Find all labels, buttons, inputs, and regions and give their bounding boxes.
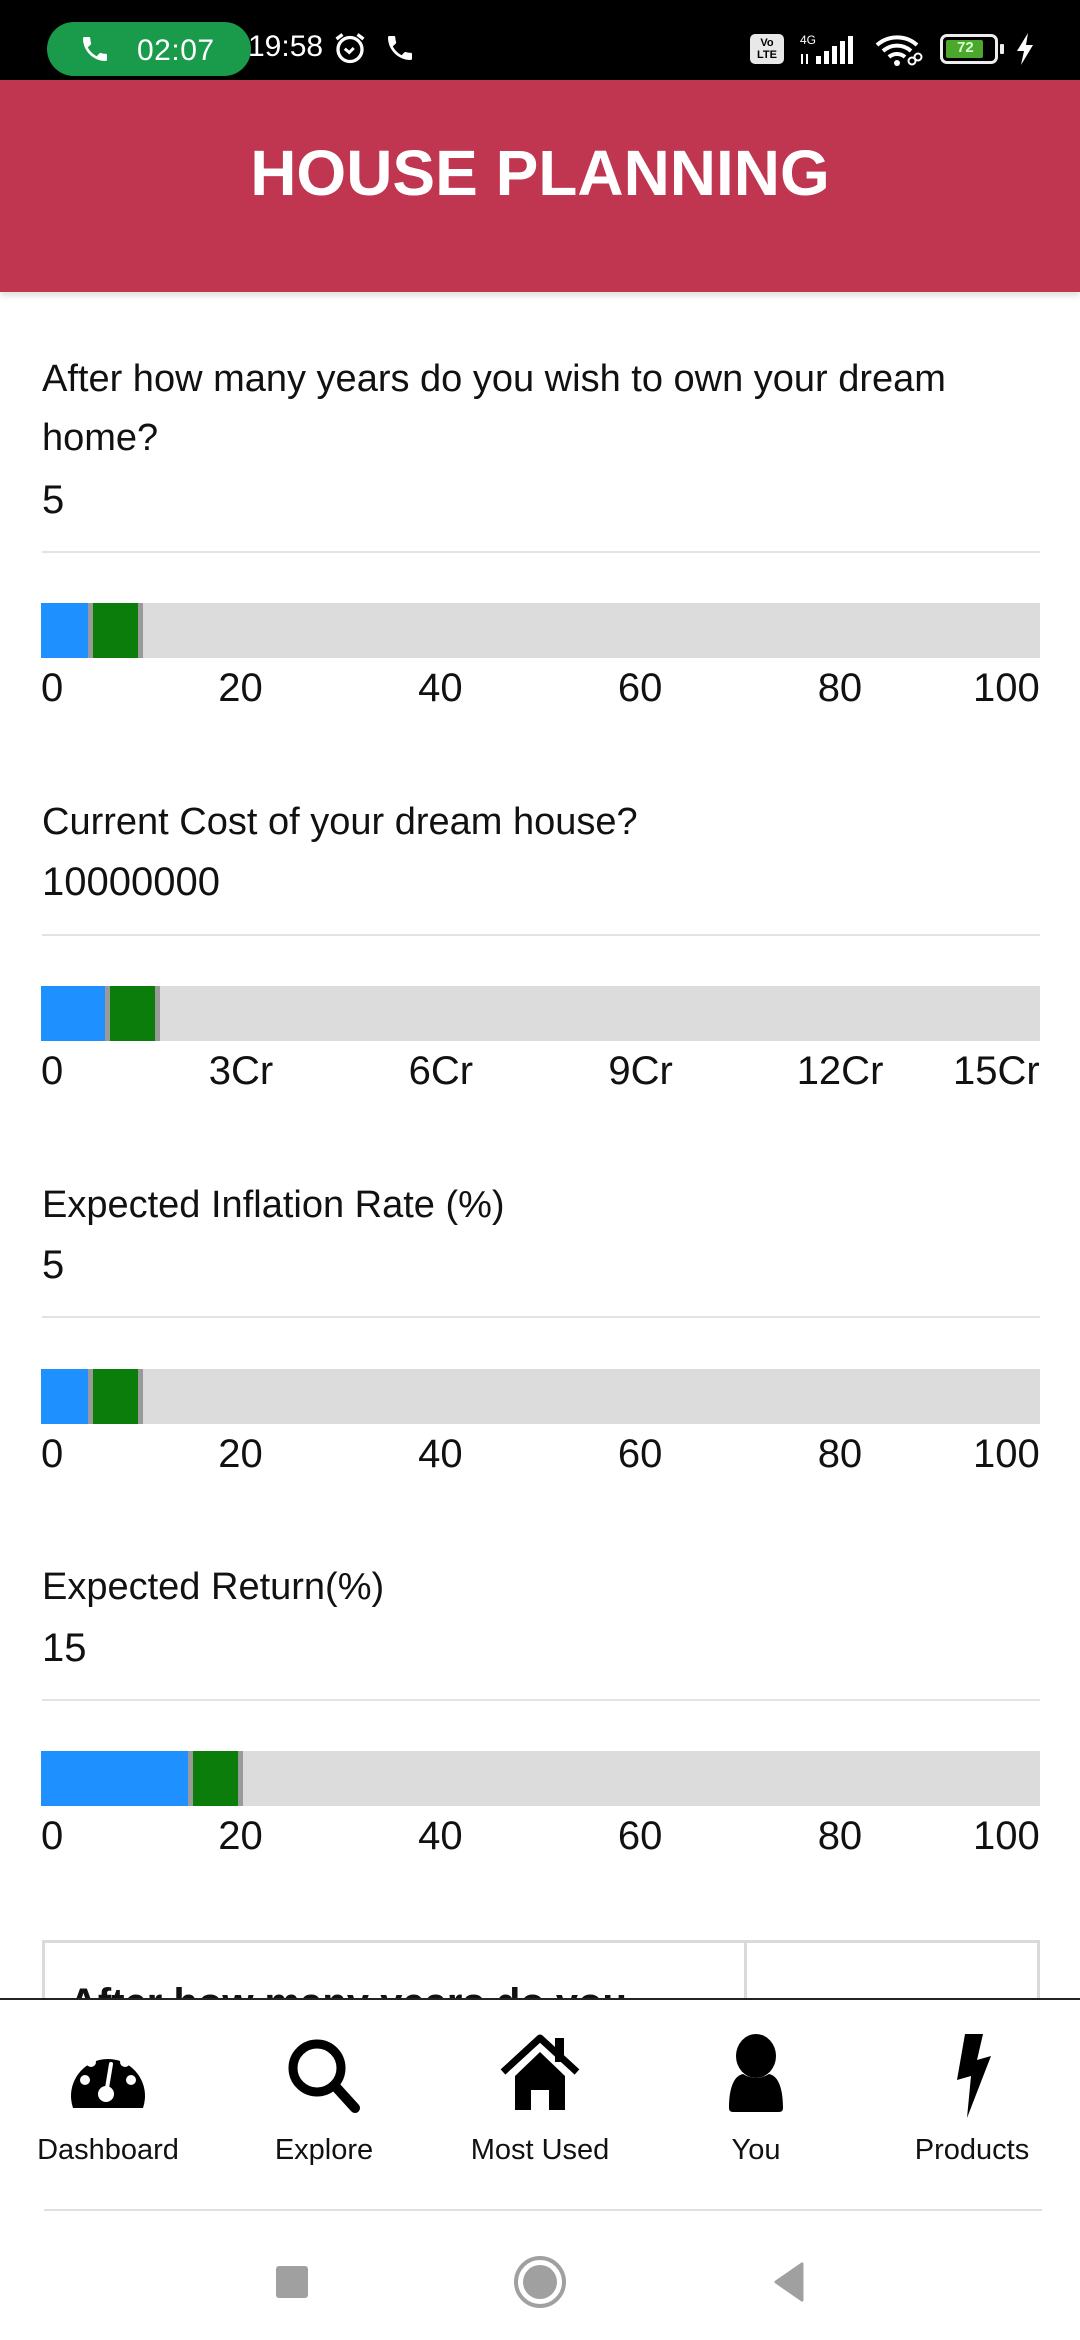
dashboard-gauge-icon	[71, 2049, 145, 2108]
tick-label: 40	[418, 1432, 463, 1476]
signal-icon	[801, 36, 853, 64]
slider-fill	[41, 1751, 188, 1806]
nav-most-used[interactable]: Most Used	[432, 2030, 648, 2180]
nav-label: Products	[914, 2134, 1030, 2166]
slider-fill	[41, 603, 88, 658]
wifi-icon	[875, 35, 923, 66]
tick-label: 12Cr	[796, 1049, 884, 1093]
slider-thumb[interactable]	[88, 603, 143, 658]
tick-label: 60	[617, 1814, 663, 1858]
divider	[42, 1316, 1040, 1318]
nav-products[interactable]: Products	[864, 2030, 1080, 2180]
divider	[42, 934, 1040, 936]
tick-label: 100	[973, 1432, 1040, 1476]
alarm-icon	[335, 33, 365, 64]
slider-thumb[interactable]	[188, 1751, 243, 1806]
search-icon	[288, 2039, 360, 2113]
return-slider-ticks: 0 20 40 60 80 100	[41, 1814, 1040, 1864]
question-cost-value[interactable]: 10000000	[42, 860, 220, 905]
tick-label: 3Cr	[208, 1049, 274, 1093]
home-icon	[500, 2034, 580, 2110]
tick-label: 9Cr	[608, 1049, 673, 1093]
divider	[42, 1699, 1040, 1701]
home-button[interactable]	[510, 2252, 570, 2312]
tick-label: 0	[41, 1432, 64, 1476]
volte-icon: Vo LTE	[750, 34, 784, 64]
status-bar: 02:07 19:58 Vo LTE 4G 72	[0, 0, 1080, 80]
lightning-icon	[957, 2034, 991, 2118]
slider-thumb[interactable]	[88, 1369, 143, 1424]
bottom-navigation: Dashboard Explore Most Used You Products	[0, 1998, 1080, 2210]
question-years-label: After how many years do you wish to own …	[42, 358, 946, 459]
years-slider[interactable]	[41, 603, 1040, 658]
nav-label: Explore	[274, 2134, 374, 2166]
charging-icon	[1017, 33, 1033, 65]
tick-label: 20	[218, 1432, 263, 1476]
tick-label: 15Cr	[953, 1049, 1040, 1093]
recents-button[interactable]	[262, 2252, 322, 2312]
slider-fill	[41, 1369, 88, 1424]
battery-percent: 72	[957, 39, 974, 56]
battery-icon: 72	[940, 34, 1004, 64]
tick-label: 80	[817, 1814, 863, 1858]
nav-label: Dashboard	[37, 2134, 179, 2166]
return-slider[interactable]	[41, 1751, 1040, 1806]
back-button[interactable]	[758, 2252, 818, 2312]
tick-label: 20	[218, 1814, 263, 1858]
slider-thumb[interactable]	[105, 986, 160, 1041]
cost-slider[interactable]	[41, 986, 1040, 1041]
divider	[44, 2209, 1042, 2211]
app-header: HOUSE PLANNING	[0, 80, 1080, 292]
nav-dashboard[interactable]: Dashboard	[0, 2030, 216, 2180]
tick-label: 80	[817, 1432, 863, 1476]
question-years-value[interactable]: 5	[42, 478, 64, 523]
years-slider-ticks: 0 20 40 60 80 100	[41, 666, 1040, 716]
tick-label: 80	[817, 666, 863, 710]
tick-label: 0	[41, 1814, 64, 1858]
inflation-slider[interactable]	[41, 1369, 1040, 1424]
tick-label: 20	[218, 666, 263, 710]
nav-you[interactable]: You	[648, 2030, 864, 2180]
question-return-label: Expected Return(%)	[42, 1566, 385, 1608]
tick-label: 0	[41, 666, 64, 710]
tick-label: 40	[418, 1814, 463, 1858]
tick-label: 6Cr	[408, 1049, 474, 1093]
page-title: HOUSE PLANNING	[250, 137, 830, 209]
system-navigation-bar	[0, 2212, 1080, 2340]
tick-label: 60	[617, 1432, 663, 1476]
tick-label: 60	[617, 666, 663, 710]
nav-label: You	[731, 2134, 781, 2166]
inflation-slider-ticks: 0 20 40 60 80 100	[41, 1432, 1040, 1482]
question-inflation-label: Expected Inflation Rate (%)	[42, 1184, 505, 1226]
nav-explore[interactable]: Explore	[216, 2030, 432, 2180]
cost-slider-ticks: 0 3Cr 6Cr 9Cr 12Cr 15Cr	[41, 1049, 1040, 1099]
nav-label: Most Used	[470, 2134, 610, 2166]
user-icon	[729, 2034, 783, 2112]
question-cost-label: Current Cost of your dream house?	[42, 801, 638, 843]
tick-label: 100	[973, 666, 1040, 710]
divider	[42, 551, 1040, 553]
call-timer: 02:07	[137, 34, 215, 67]
slider-fill	[41, 986, 105, 1041]
phone-call-icon	[83, 37, 107, 61]
ongoing-call-pill[interactable]: 02:07	[47, 22, 251, 76]
tick-label: 100	[973, 1814, 1040, 1858]
tick-label: 0	[41, 1049, 64, 1093]
tick-label: 40	[418, 666, 463, 710]
question-return-value[interactable]: 15	[42, 1626, 87, 1671]
question-inflation-value[interactable]: 5	[42, 1243, 64, 1288]
clock: 19:58	[248, 30, 324, 63]
phone-icon	[388, 36, 412, 60]
